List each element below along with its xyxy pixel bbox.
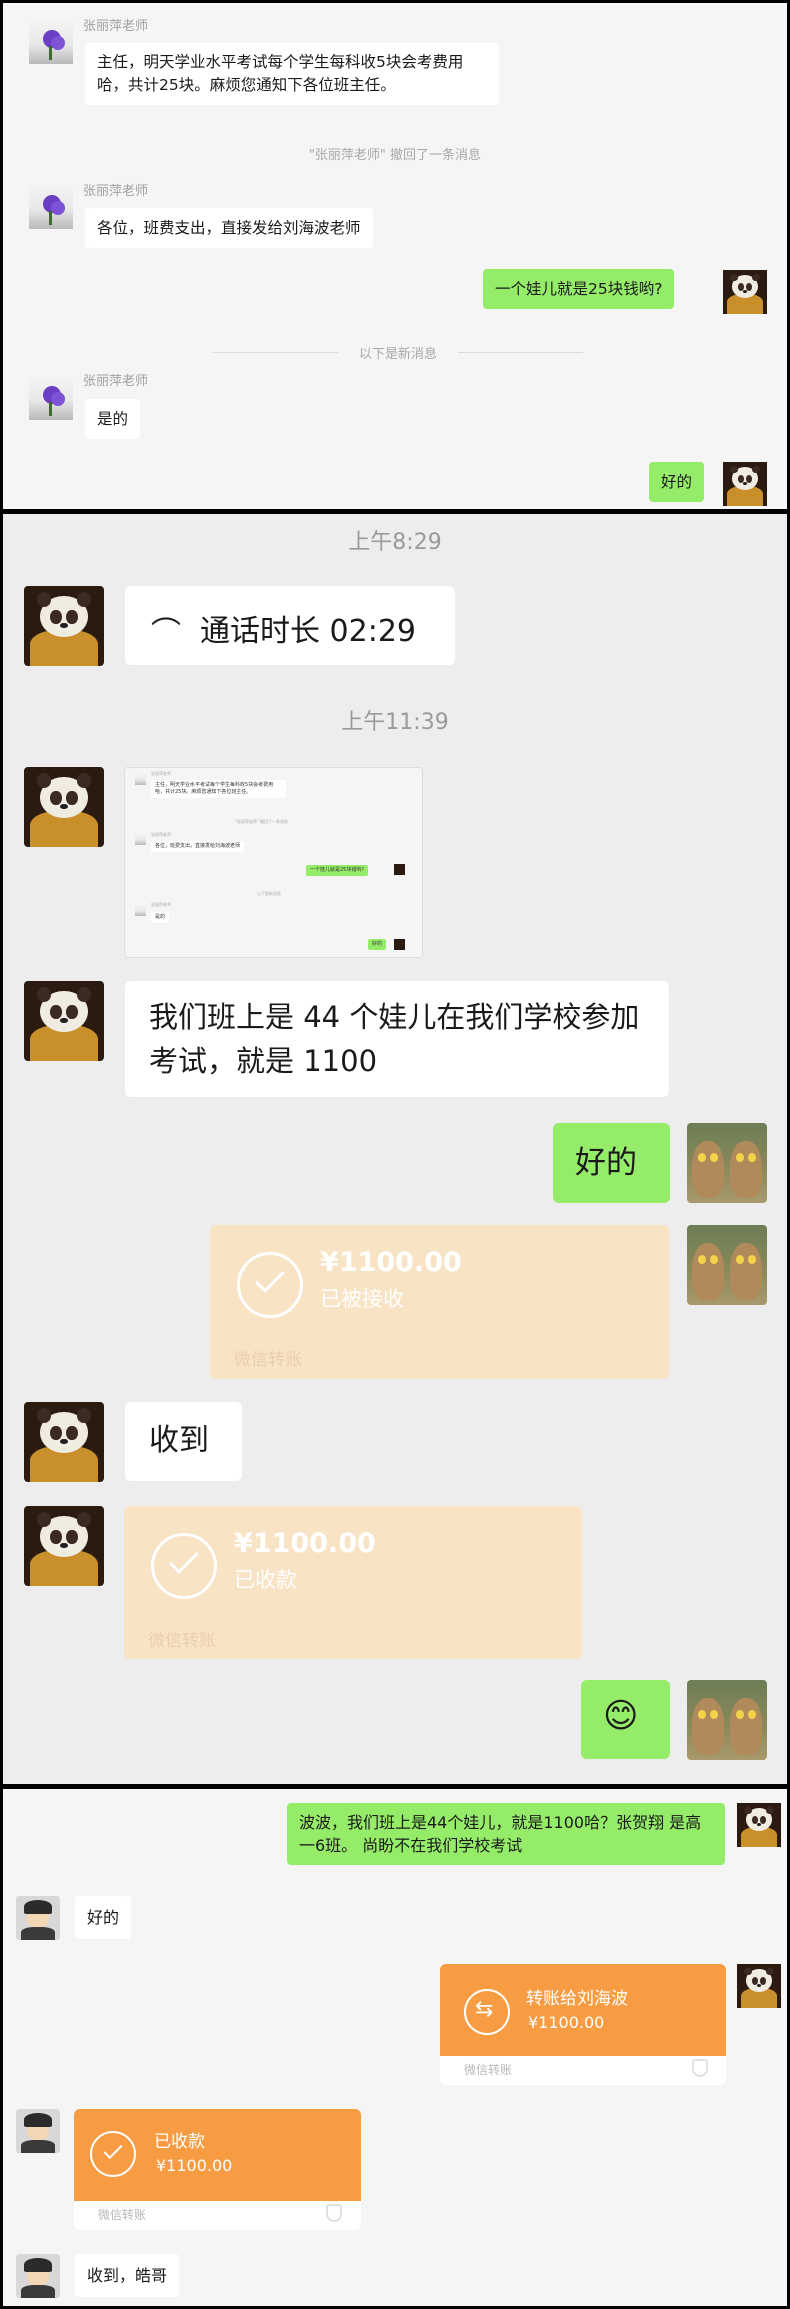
thumb-my-message: 好的	[368, 939, 387, 950]
sender-name: 张丽萍老师	[83, 374, 149, 389]
my-emoji-bubble[interactable]: 😊	[581, 1680, 670, 1759]
transfer-footer: 微信转账	[148, 1631, 216, 1651]
panda-avatar[interactable]	[24, 1402, 104, 1482]
thumb-my-message: 一个娃儿就是25块钱哟?	[306, 865, 369, 876]
screenshot-image-message[interactable]: 张丽萍老师 主任，明天学业水平考试每个学生每科收5块会考费用哈，共计25块。麻烦…	[124, 767, 423, 958]
sender-name: 张丽萍老师	[83, 19, 149, 34]
my-owls-avatar[interactable]	[687, 1680, 767, 1760]
sender-name: 张丽萍老师	[83, 184, 149, 199]
panda-avatar[interactable]	[24, 1506, 104, 1586]
new-messages-divider-line	[213, 352, 338, 353]
transfer-amount: ¥1100.00	[528, 2013, 605, 2032]
thumb-message: 各位，班费支出，直接发给刘海波老师	[151, 841, 245, 852]
message-bubble[interactable]: 收到，皓哥	[75, 2254, 180, 2297]
my-avatar[interactable]	[723, 462, 767, 506]
message-bubble[interactable]: 收到	[125, 1402, 242, 1481]
thumb-sender: 张丽萍老师	[151, 832, 171, 837]
my-avatar[interactable]	[723, 270, 767, 314]
teacher-avatar[interactable]	[29, 20, 73, 64]
message-bubble[interactable]: 我们班上是 44 个娃儿在我们学校参加考试，就是 1100	[125, 981, 669, 1097]
guy-avatar[interactable]	[16, 2254, 60, 2298]
transfer-received-card[interactable]: ¥1100.00 已被接收 微信转账	[210, 1225, 669, 1379]
new-messages-label: 以下是新消息	[358, 347, 437, 362]
guy-avatar[interactable]	[16, 1896, 60, 1940]
transfer-title: 已收款	[154, 2132, 205, 2152]
wechat-pay-shield-icon	[326, 2204, 342, 2222]
recall-notice: "张丽萍老师" 撤回了一条消息	[308, 148, 482, 163]
transfer-amount: ¥1100.00	[234, 1528, 376, 1559]
timestamp: 上午8:29	[348, 530, 442, 555]
my-message-bubble[interactable]: 一个娃儿就是25块钱哟?	[483, 269, 675, 309]
my-message-bubble[interactable]: 好的	[553, 1123, 670, 1203]
my-message-bubble[interactable]: 波波，我们班上是44个娃儿，就是1100哈？张贺翔 是高一6班。 尚盼不在我们学…	[287, 1803, 725, 1865]
guy-avatar[interactable]	[16, 2109, 60, 2153]
call-record-bubble[interactable]: ⌒ 通话时长 02:29	[125, 586, 455, 665]
panda-avatar[interactable]	[24, 981, 104, 1061]
message-bubble[interactable]: 好的	[75, 1896, 132, 1939]
new-messages-divider-line	[458, 352, 583, 353]
thumb-message: 主任，明天学业水平考试每个学生每科收5块会考费用哈，共计25块。麻烦您通知下各位…	[151, 780, 286, 798]
transfer-status: 已被接收	[320, 1287, 404, 1311]
smile-emoji-icon: 😊	[603, 1696, 639, 1736]
message-bubble[interactable]: 各位，班费支出，直接发给刘海波老师	[85, 208, 373, 248]
transfer-footer: 微信转账	[234, 1350, 302, 1370]
phone-hangup-icon: ⌒	[151, 616, 181, 651]
thumb-avatar	[135, 905, 146, 916]
panda-avatar[interactable]	[24, 586, 104, 666]
transfer-amount: ¥1100.00	[320, 1247, 462, 1278]
transfer-status: 已收款	[234, 1568, 297, 1592]
my-owls-avatar[interactable]	[687, 1123, 767, 1203]
my-message-bubble[interactable]: 好的	[649, 462, 705, 502]
thumb-sender: 张丽萍老师	[151, 771, 171, 776]
thumb-recall: "张丽萍老师" 撤回了一条消息	[235, 819, 288, 824]
thumb-avatar	[394, 864, 405, 875]
my-avatar[interactable]	[737, 1964, 781, 2008]
wechat-pay-shield-icon	[692, 2059, 708, 2077]
transfer-collected-card[interactable]: ¥1100.00 已收款 微信转账	[124, 1506, 582, 1659]
transfer-footer: 微信转账	[464, 2063, 513, 2077]
transfer-in-card[interactable]: 已收款 ¥1100.00 微信转账	[74, 2109, 361, 2230]
transfer-amount: ¥1100.00	[156, 2156, 233, 2175]
chat-screenshot-1: 张丽萍老师 主任，明天学业水平考试每个学生每科收5块会考费用哈，共计25块。麻烦…	[3, 3, 787, 509]
my-avatar[interactable]	[737, 1803, 781, 1847]
message-bubble[interactable]: 是的	[85, 399, 141, 439]
thumb-divider: 以下是新消息	[257, 891, 281, 896]
timestamp: 上午11:39	[341, 710, 449, 735]
thumb-avatar	[135, 834, 146, 845]
transfer-out-card[interactable]: ⇆ 转账给刘海波 ¥1100.00 微信转账	[440, 1964, 726, 2085]
thumb-message: 是的	[151, 912, 170, 923]
transfer-arrows-glyph: ⇆	[475, 1997, 494, 2022]
thumb-avatar	[135, 774, 146, 785]
chat-screenshot-2: 上午8:29 ⌒ 通话时长 02:29 上午11:39 张丽萍老师 主任，明天学…	[3, 514, 787, 1784]
teacher-avatar[interactable]	[29, 376, 73, 420]
chat-screenshot-3: 波波，我们班上是44个娃儿，就是1100哈？张贺翔 是高一6班。 尚盼不在我们学…	[3, 1789, 787, 2306]
message-bubble[interactable]: 主任，明天学业水平考试每个学生每科收5块会考费用哈，共计25块。麻烦您通知下各位…	[85, 43, 499, 105]
transfer-title: 转账给刘海波	[526, 1989, 628, 2009]
my-owls-avatar[interactable]	[687, 1225, 767, 1305]
thumb-sender: 张丽萍老师	[151, 902, 171, 907]
call-duration-text: 通话时长 02:29	[200, 614, 416, 649]
transfer-footer: 微信转账	[98, 2208, 147, 2222]
teacher-avatar[interactable]	[29, 185, 73, 229]
panda-avatar[interactable]	[24, 767, 104, 847]
thumb-avatar	[394, 939, 405, 950]
